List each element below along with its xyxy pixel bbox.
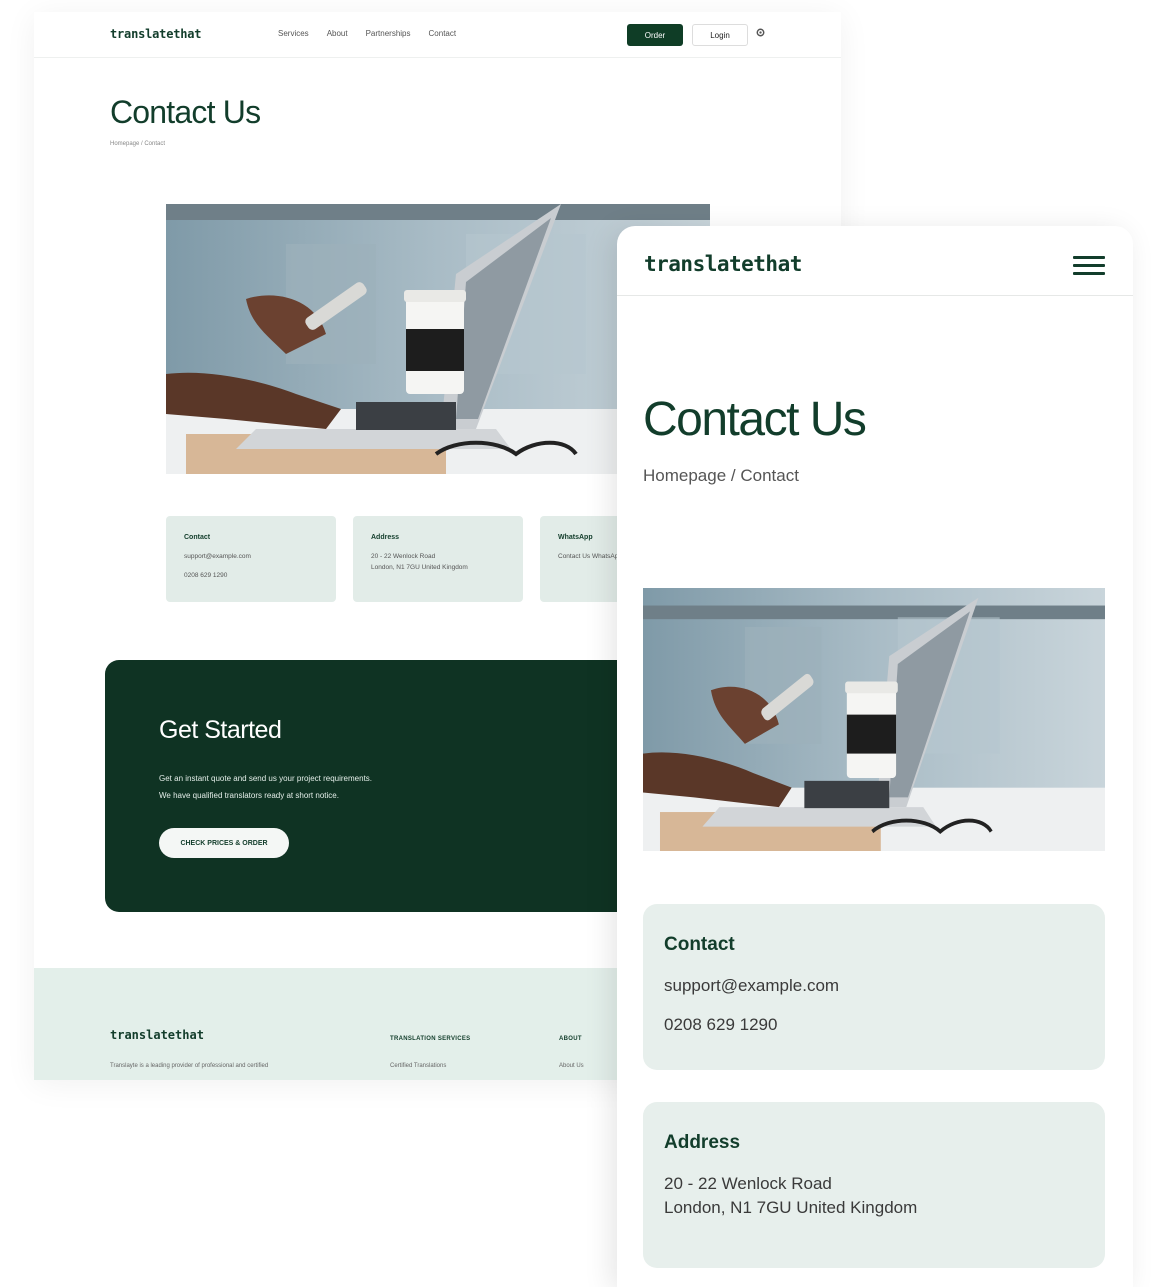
mobile-mockup: translatethat Contact Us Homepage / Cont… <box>617 226 1133 1287</box>
cta-line-1: Get an instant quote and send us your pr… <box>159 774 373 783</box>
mobile-contact-phone[interactable]: 0208 629 1290 <box>664 1013 1084 1037</box>
cta-title: Get Started <box>159 716 282 744</box>
nav-link-partnerships[interactable]: Partnerships <box>366 29 411 38</box>
footer-link-about-us[interactable]: About Us <box>559 1063 584 1069</box>
check-prices-order-button[interactable]: CHECK PRICES & ORDER <box>159 828 289 858</box>
nav-links: Services About Partnerships Contact <box>278 29 456 38</box>
nav-link-services[interactable]: Services <box>278 29 309 38</box>
mobile-hero-photo <box>643 588 1105 851</box>
desktop-navbar: translatethat Services About Partnership… <box>34 12 841 58</box>
nav-link-contact[interactable]: Contact <box>429 29 457 38</box>
address-card-title: Address <box>371 534 400 541</box>
mobile-contact-email[interactable]: support@example.com <box>664 974 1084 998</box>
address-line-1: 20 - 22 Wenlock Road <box>371 553 436 560</box>
contact-phone[interactable]: 0208 629 1290 <box>184 570 318 581</box>
mobile-address-line-1: 20 - 22 Wenlock Road <box>664 1174 832 1193</box>
mobile-contact-card-title: Contact <box>664 934 735 955</box>
footer-description: Translayte is a leading provider of prof… <box>110 1063 269 1069</box>
mobile-logo[interactable]: translatethat <box>644 252 802 276</box>
mobile-address-line-2: London, N1 7GU United Kingdom <box>664 1198 918 1217</box>
mobile-breadcrumb[interactable]: Homepage / Contact <box>643 466 799 486</box>
footer-heading-translation-services: TRANSLATION SERVICES <box>390 1036 471 1042</box>
mobile-contact-card: Contact support@example.com 0208 629 129… <box>643 904 1105 1070</box>
login-button[interactable]: Login <box>692 24 748 46</box>
contact-card-title: Contact <box>184 534 211 541</box>
contact-email[interactable]: support@example.com <box>184 551 318 562</box>
mobile-address-card-title: Address <box>664 1132 741 1153</box>
logo[interactable]: translatethat <box>110 27 202 41</box>
cta-text: Get an instant quote and send us your pr… <box>159 770 372 804</box>
page-title: Contact Us <box>110 94 261 130</box>
contact-card: Contact support@example.com 0208 629 129… <box>166 516 336 602</box>
address-card: Address 20 - 22 Wenlock Road London, N1 … <box>353 516 523 602</box>
gear-icon[interactable] <box>756 28 765 40</box>
cta-line-2: We have qualified translators ready at s… <box>159 791 339 800</box>
footer-logo[interactable]: translatethat <box>110 1028 204 1042</box>
footer-link-certified-translations[interactable]: Certified Translations <box>390 1063 446 1069</box>
footer-heading-about: ABOUT <box>559 1036 582 1042</box>
order-button[interactable]: Order <box>627 24 683 46</box>
nav-link-about[interactable]: About <box>327 29 348 38</box>
mobile-navbar: translatethat <box>617 226 1133 296</box>
breadcrumb[interactable]: Homepage / Contact <box>110 141 165 147</box>
hamburger-menu-icon[interactable] <box>1073 256 1105 276</box>
mobile-address-card: Address 20 - 22 Wenlock Road London, N1 … <box>643 1102 1105 1268</box>
mobile-page-title: Contact Us <box>643 393 867 446</box>
address-line-2: London, N1 7GU United Kingdom <box>371 564 468 571</box>
